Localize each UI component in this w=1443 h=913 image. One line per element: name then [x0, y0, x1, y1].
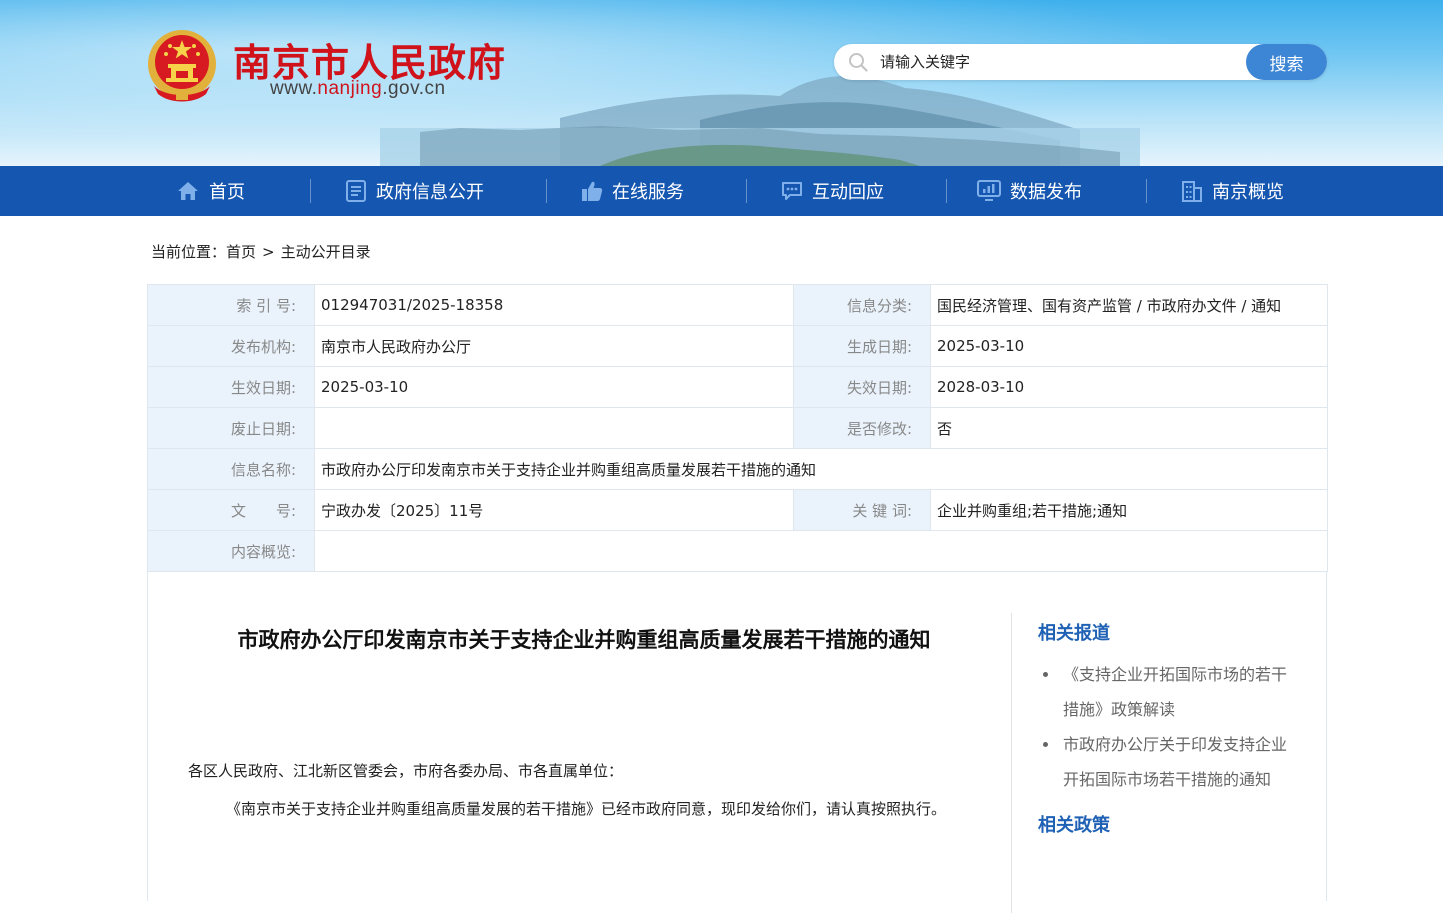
list-item: 《支持企业开拓国际市场的若干措施》政策解读 — [1043, 657, 1295, 727]
summary-value — [314, 530, 1328, 572]
search-input[interactable] — [880, 49, 1240, 75]
abolish-date-label: 废止日期: — [147, 407, 315, 449]
abolish-date-value — [314, 407, 794, 449]
created-date-label: 生成日期: — [793, 325, 931, 367]
modified-label: 是否修改: — [793, 407, 931, 449]
nav-item-interaction[interactable]: 互动回应 — [781, 166, 884, 216]
doc-no-label: 文 号: — [147, 489, 315, 531]
domain-highlight: nanjing — [317, 78, 383, 99]
nav-label: 政府信息公开 — [376, 182, 484, 203]
info-name-label: 信息名称: — [147, 448, 315, 490]
nav-divider — [946, 179, 947, 203]
home-icon — [178, 182, 198, 200]
breadcrumb-home-link[interactable]: 首页 — [226, 243, 256, 261]
nav-label: 在线服务 — [612, 182, 684, 203]
document-recipients: 各区人民政府、江北新区管委会，市府各委办局、市各直属单位： — [188, 762, 624, 780]
category-value: 国民经济管理、国有资产监管 / 市政府办文件 / 通知 — [930, 284, 1328, 326]
table-row: 废止日期: 是否修改: 否 — [147, 407, 1328, 449]
modified-value: 否 — [930, 407, 1328, 449]
table-row: 发布机构: 南京市人民政府办公厅 生成日期: 2025-03-10 — [147, 325, 1328, 367]
main-nav: 首页 政府信息公开 在线服务 互动回应 数据发布 南京概览 — [0, 166, 1443, 216]
related-reports-heading: 相关报道 — [1038, 623, 1110, 644]
index-no-value: 012947031/2025-18358 — [314, 284, 794, 326]
chat-icon — [782, 182, 802, 200]
expire-date-label: 失效日期: — [793, 366, 931, 408]
document-body: 《南京市关于支持企业并购重组高质量发展的若干措施》已经市政府同意，现印发给你们，… — [226, 800, 947, 818]
list-item: 市政府办公厅关于印发支持企业开拓国际市场若干措施的通知 — [1043, 727, 1295, 797]
nav-label: 南京概览 — [1212, 182, 1284, 203]
doc-no-value: 宁政办发〔2025〕11号 — [314, 489, 794, 531]
nav-item-nanjing-overview[interactable]: 南京概览 — [1181, 166, 1284, 216]
index-no-label: 索 引 号: — [147, 284, 315, 326]
breadcrumb-separator: > — [262, 243, 275, 261]
table-row: 生效日期: 2025-03-10 失效日期: 2028-03-10 — [147, 366, 1328, 408]
nav-label: 首页 — [209, 182, 245, 203]
nav-item-home[interactable]: 首页 — [176, 166, 245, 216]
article-content: 市政府办公厅印发南京市关于支持企业并购重组高质量发展若干措施的通知 各区人民政府… — [147, 571, 1327, 913]
header-banner: 南京市人民政府 www.nanjing.gov.cn 搜索 — [0, 0, 1443, 166]
table-row: 信息名称: 市政府办公厅印发南京市关于支持企业并购重组高质量发展若干措施的通知 — [147, 448, 1328, 490]
table-row: 文 号: 宁政办发〔2025〕11号 关 键 词: 企业并购重组;若干措施;通知 — [147, 489, 1328, 531]
search-button[interactable]: 搜索 — [1246, 44, 1327, 80]
table-row: 内容概览: — [147, 530, 1328, 572]
nav-item-online-service[interactable]: 在线服务 — [581, 166, 684, 216]
related-policies-heading: 相关政策 — [1038, 815, 1110, 836]
effective-date-label: 生效日期: — [147, 366, 315, 408]
table-row: 索 引 号: 012947031/2025-18358 信息分类: 国民经济管理… — [147, 284, 1328, 326]
expire-date-value: 2028-03-10 — [930, 366, 1328, 408]
effective-date-value: 2025-03-10 — [314, 366, 794, 408]
publisher-label: 发布机构: — [147, 325, 315, 367]
building-icon — [1182, 181, 1202, 202]
related-reports-list: 《支持企业开拓国际市场的若干措施》政策解读 市政府办公厅关于印发支持企业开拓国际… — [1043, 657, 1295, 797]
keywords-value: 企业并购重组;若干措施;通知 — [930, 489, 1328, 531]
nav-divider — [746, 179, 747, 203]
national-emblem-icon — [148, 30, 216, 102]
nav-label: 数据发布 — [1010, 182, 1082, 203]
chart-monitor-icon — [977, 180, 1001, 201]
nav-item-data-release[interactable]: 数据发布 — [977, 166, 1082, 216]
nav-label: 互动回应 — [812, 182, 884, 203]
publisher-value: 南京市人民政府办公厅 — [314, 325, 794, 367]
keywords-label: 关 键 词: — [793, 489, 931, 531]
thumbs-up-icon — [582, 181, 603, 201]
related-report-link[interactable]: 《支持企业开拓国际市场的若干措施》政策解读 — [1063, 665, 1287, 719]
document-title: 市政府办公厅印发南京市关于支持企业并购重组高质量发展若干措施的通知 — [237, 628, 931, 652]
summary-label: 内容概览: — [147, 530, 315, 572]
breadcrumb-current-link[interactable]: 主动公开目录 — [281, 243, 371, 261]
breadcrumb-prefix: 当前位置： — [151, 243, 227, 261]
nav-divider — [546, 179, 547, 203]
nav-divider — [1146, 179, 1147, 203]
category-label: 信息分类: — [793, 284, 931, 326]
related-report-link[interactable]: 市政府办公厅关于印发支持企业开拓国际市场若干措施的通知 — [1063, 735, 1287, 789]
sidebar-divider — [1011, 613, 1012, 913]
document-metadata-table: 索 引 号: 012947031/2025-18358 信息分类: 国民经济管理… — [147, 284, 1328, 572]
info-name-value: 市政府办公厅印发南京市关于支持企业并购重组高质量发展若干措施的通知 — [314, 448, 1328, 490]
site-domain: www.nanjing.gov.cn — [270, 78, 446, 100]
created-date-value: 2025-03-10 — [930, 325, 1328, 367]
search-icon — [849, 53, 868, 72]
domain-suffix: .gov.cn — [382, 78, 446, 99]
nav-divider — [310, 179, 311, 203]
domain-prefix: www. — [270, 78, 318, 99]
nav-item-gov-info[interactable]: 政府信息公开 — [345, 166, 484, 216]
breadcrumb: 当前位置：首页 > 主动公开目录 — [151, 241, 371, 262]
document-icon — [346, 180, 366, 202]
search-bar: 搜索 — [834, 44, 1327, 80]
